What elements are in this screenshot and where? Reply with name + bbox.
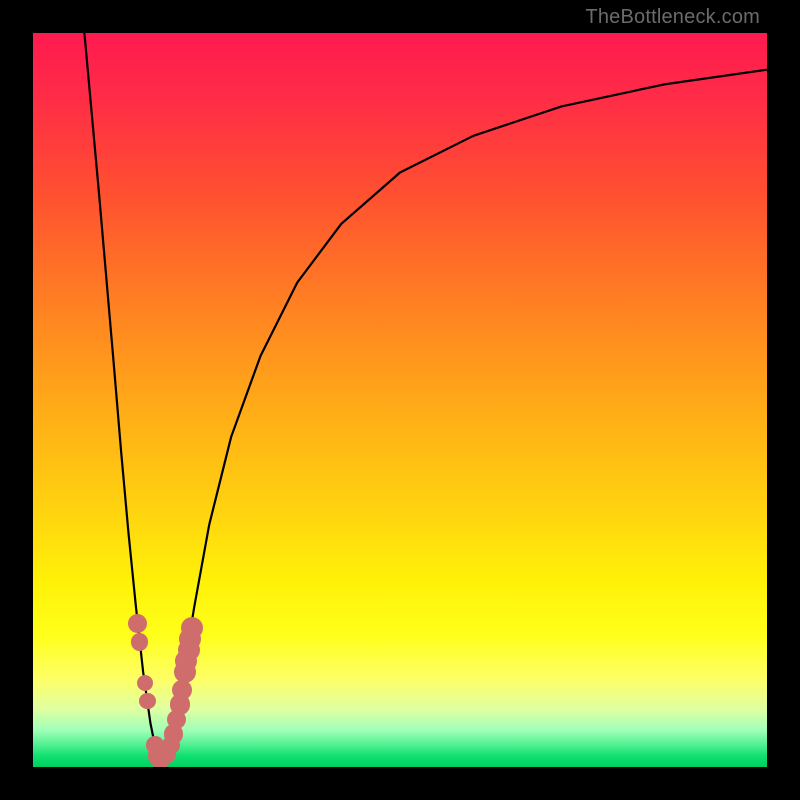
chart-frame: TheBottleneck.com: [0, 0, 800, 800]
highlight-dot: [181, 617, 203, 639]
watermark-text: TheBottleneck.com: [585, 6, 760, 29]
highlight-dot: [137, 675, 153, 691]
plot-area: [33, 33, 767, 767]
highlight-dot: [131, 633, 149, 651]
bottleneck-curve: [33, 33, 767, 767]
highlight-dot: [159, 745, 177, 763]
highlight-dot: [139, 693, 155, 709]
